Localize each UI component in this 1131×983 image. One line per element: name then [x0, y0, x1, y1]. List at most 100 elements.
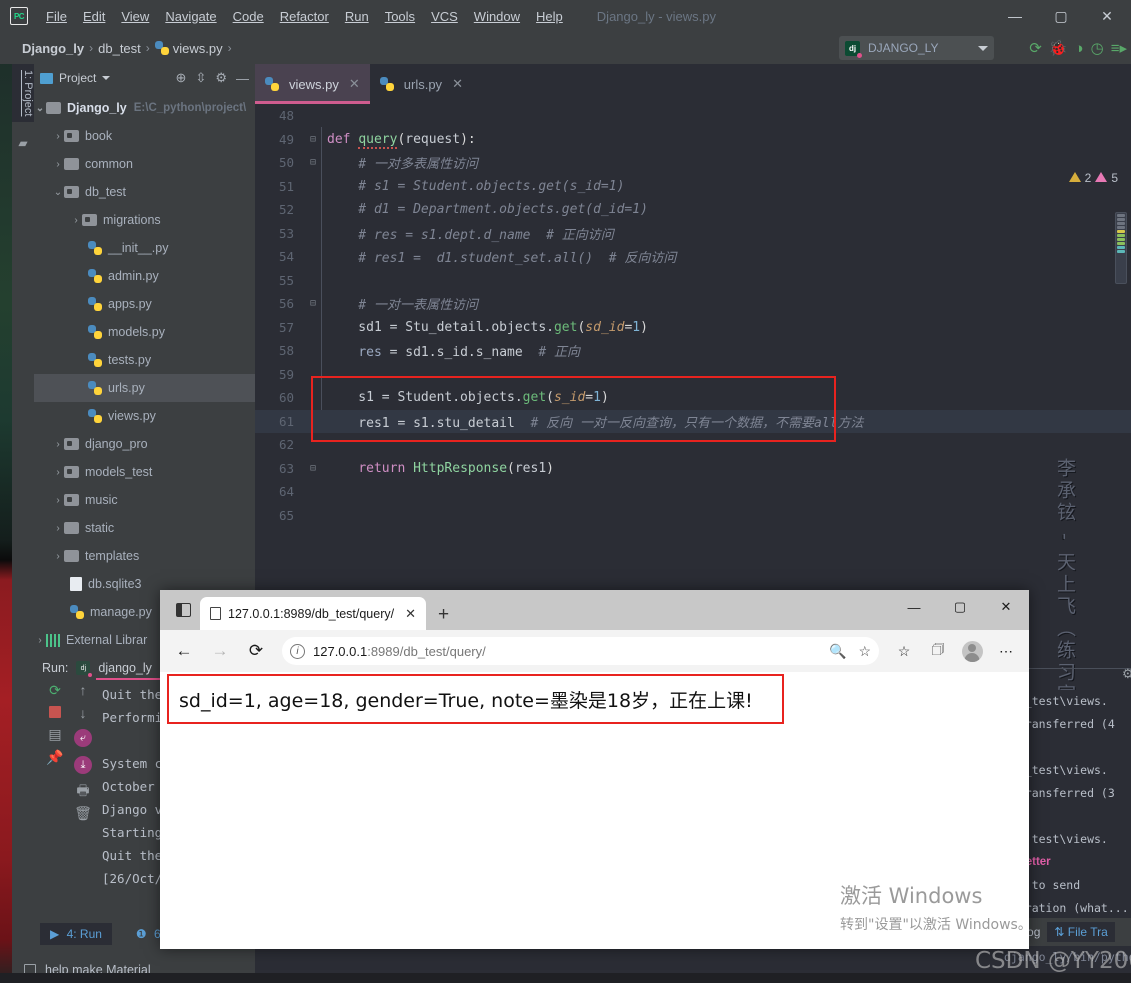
window-close-button[interactable]: ✕	[1084, 0, 1130, 32]
close-icon[interactable]: ✕	[405, 606, 416, 622]
scroll-up-icon[interactable]: ↑	[80, 683, 87, 697]
tree-item-django-ly[interactable]: ⌄ Django_ly E:\C_python\project\	[34, 94, 255, 122]
tree-item-migrations[interactable]: › migrations	[34, 206, 255, 234]
tab-views-py[interactable]: views.py ✕	[255, 64, 370, 104]
back-button[interactable]: ←	[168, 636, 200, 666]
reload-button[interactable]: ⟳	[240, 636, 272, 666]
tree-item-models-test[interactable]: › models_test	[34, 458, 255, 486]
new-tab-button[interactable]: +	[438, 604, 449, 626]
chevron-right-icon[interactable]: ›	[70, 215, 82, 226]
menu-file[interactable]: File	[38, 6, 75, 27]
code-line[interactable]: 54 # res1 = d1.student_set.all() # 反向访问	[255, 245, 1131, 269]
code-line[interactable]: 49 ⊟ def query(request):	[255, 128, 1131, 152]
tree-item-django-pro[interactable]: › django_pro	[34, 430, 255, 458]
zoom-icon[interactable]: 🔍	[829, 643, 846, 660]
chevron-right-icon[interactable]: ›	[52, 131, 64, 142]
tree-item-common[interactable]: › common	[34, 150, 255, 178]
code-line[interactable]: 63 ⊟ return HttpResponse(res1)	[255, 457, 1131, 481]
tree-item-views-py[interactable]: views.py	[34, 402, 255, 430]
collections-icon[interactable]: 🗇	[923, 636, 953, 666]
hide-icon[interactable]: —	[236, 71, 249, 86]
layout-icon[interactable]: ▤	[48, 727, 61, 741]
close-icon[interactable]: ✕	[452, 76, 463, 92]
menu-vcs[interactable]: VCS	[423, 6, 466, 27]
code-line[interactable]: 60 s1 = Student.objects.get(s_id=1)	[255, 386, 1131, 410]
close-icon[interactable]: ✕	[349, 76, 360, 92]
chevron-down-icon[interactable]	[102, 76, 111, 80]
code-line[interactable]: 64	[255, 480, 1131, 504]
chevron-right-icon[interactable]: ›	[52, 467, 64, 478]
browser-close-button[interactable]: ✕	[983, 590, 1029, 624]
rerun-icon[interactable]: ⟳	[1029, 41, 1042, 56]
menu-view[interactable]: View	[113, 6, 157, 27]
chevron-right-icon[interactable]: ›	[52, 439, 64, 450]
print-icon[interactable]: 🖶	[76, 783, 89, 797]
menu-window[interactable]: Window	[466, 6, 528, 27]
browser-minimize-button[interactable]: —	[891, 590, 937, 624]
fold-marker[interactable]: ⊟	[305, 134, 321, 145]
profile-avatar[interactable]	[957, 636, 987, 666]
chevron-down-icon[interactable]: ⌄	[52, 187, 64, 198]
menu-run[interactable]: Run	[337, 6, 377, 27]
soft-wrap-icon[interactable]: ⤶	[74, 729, 92, 747]
profile-icon[interactable]: ◷	[1091, 41, 1104, 56]
menu-edit[interactable]: Edit	[75, 6, 113, 27]
code-line[interactable]: 50 ⊟ # 一对多表属性访问	[255, 151, 1131, 175]
address-bar[interactable]: i 127.0.0.1:8989/db_test/query/ 🔍 ☆	[282, 637, 879, 665]
chevron-right-icon[interactable]: ›	[52, 495, 64, 506]
debug-icon[interactable]: 🐞	[1049, 41, 1068, 56]
code-line[interactable]: 62	[255, 433, 1131, 457]
tree-item-templates[interactable]: › templates	[34, 542, 255, 570]
code-line[interactable]: 58 res = sd1.s_id.s_name # 正向	[255, 339, 1131, 363]
tab-file-transfer[interactable]: ⇅ File Tra	[1047, 922, 1115, 942]
menu-refactor[interactable]: Refactor	[272, 6, 337, 27]
run-configuration-selector[interactable]: dj DJANGO_LY	[839, 36, 994, 60]
fold-marker[interactable]: ⊟	[305, 298, 321, 309]
tree-item-init-py[interactable]: __init__.py	[34, 234, 255, 262]
code-line[interactable]: 53 # res = s1.dept.d_name # 正向访问	[255, 222, 1131, 246]
scroll-to-end-icon[interactable]: ⤓	[74, 756, 92, 774]
forward-button[interactable]: →	[204, 636, 236, 666]
window-minimize-button[interactable]: —	[992, 0, 1038, 32]
inspection-status-badge[interactable]: 2 5	[1064, 169, 1123, 187]
code-line[interactable]: 57 sd1 = Stu_detail.objects.get(sd_id=1)	[255, 316, 1131, 340]
settings-more-icon[interactable]: ⋯	[991, 636, 1021, 666]
chevron-right-icon[interactable]: ›	[52, 523, 64, 534]
menu-code[interactable]: Code	[225, 6, 272, 27]
run-with-console-icon[interactable]: ≡▸	[1111, 41, 1127, 56]
collapse-all-icon[interactable]: ⇳	[195, 70, 206, 86]
code-line[interactable]: 51 # s1 = Student.objects.get(s_id=1)	[255, 175, 1131, 199]
settings-icon[interactable]: ⚙	[215, 70, 227, 86]
pin-icon[interactable]: 📌	[46, 750, 63, 764]
chevron-right-icon[interactable]: ›	[34, 635, 46, 646]
menu-navigate[interactable]: Navigate	[157, 6, 224, 27]
tree-item-models-py[interactable]: models.py	[34, 318, 255, 346]
rerun-icon[interactable]: ⟳	[49, 683, 61, 697]
chevron-right-icon[interactable]: ›	[52, 159, 64, 170]
fold-marker[interactable]: ⊟	[305, 463, 321, 474]
code-line-current[interactable]: 61 res1 = s1.stu_detail # 反向 一对一反向查询，只有一…	[255, 409, 1131, 433]
tree-item-book[interactable]: › book	[34, 122, 255, 150]
sidebar-item-project[interactable]: 1: Project	[12, 64, 34, 123]
tree-item-apps-py[interactable]: apps.py	[34, 290, 255, 318]
tab-run[interactable]: ▶ 4: Run	[40, 923, 112, 945]
browser-tab[interactable]: 127.0.0.1:8989/db_test/query/ ✕	[200, 597, 427, 630]
code-line[interactable]: 65	[255, 504, 1131, 528]
menu-help[interactable]: Help	[528, 6, 571, 27]
add-favorite-icon[interactable]: ☆	[858, 643, 871, 660]
window-maximize-button[interactable]: ▢	[1038, 0, 1084, 32]
coverage-icon[interactable]: ◑	[1075, 41, 1084, 56]
favorites-icon[interactable]: ☆	[889, 636, 919, 666]
tab-list-icon[interactable]	[166, 593, 200, 627]
code-line[interactable]: 56 ⊟ # 一对一表属性访问	[255, 292, 1131, 316]
gear-icon[interactable]: ⚙	[1122, 666, 1131, 682]
tab-urls-py[interactable]: urls.py ✕	[370, 64, 473, 104]
breadcrumb-views-py[interactable]: views.py	[173, 41, 223, 56]
code-line[interactable]: 55	[255, 269, 1131, 293]
menu-tools[interactable]: Tools	[377, 6, 423, 27]
run-active-config[interactable]: django_ly	[96, 661, 192, 680]
code-line[interactable]: 52 # d1 = Department.objects.get(d_id=1)	[255, 198, 1131, 222]
browser-maximize-button[interactable]: ▢	[937, 590, 983, 624]
stop-icon[interactable]	[49, 706, 61, 718]
chevron-right-icon[interactable]: ›	[52, 551, 64, 562]
